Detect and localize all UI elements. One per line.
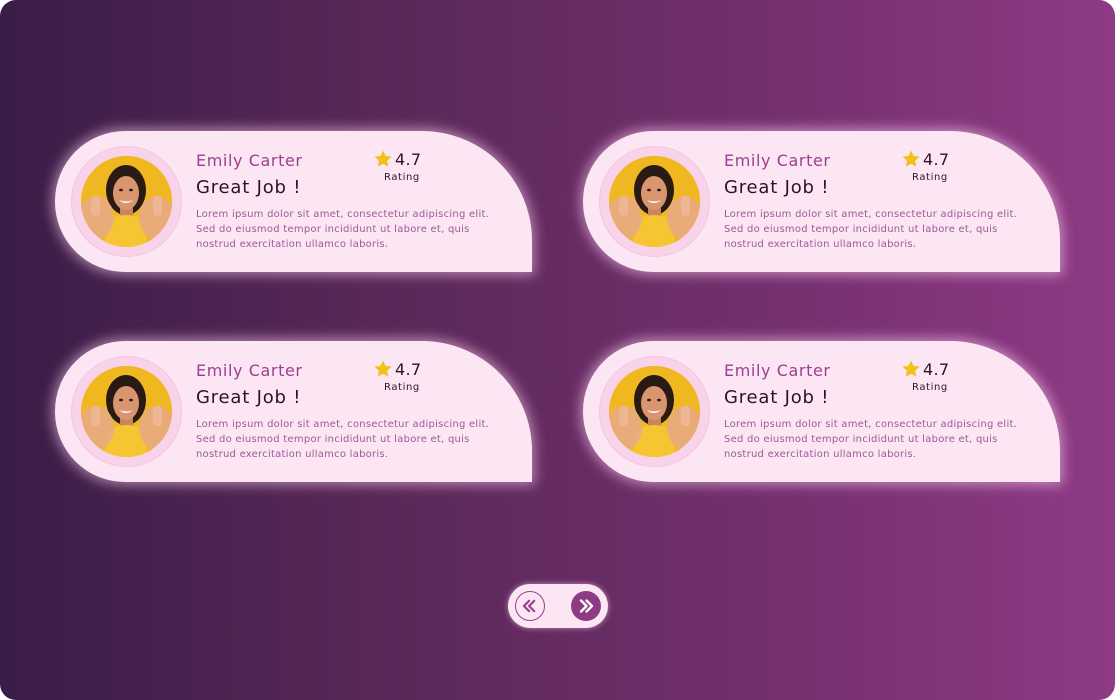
review-title: Great Job ! (196, 177, 302, 198)
testimonial-card: Emily Carter Great Job ! Lorem ipsum dol… (55, 341, 532, 482)
review-title: Great Job ! (724, 177, 830, 198)
avatar-photo (81, 366, 172, 457)
avatar (609, 366, 700, 457)
rating-value: 4.7 (923, 150, 950, 169)
avatar-ring (599, 356, 710, 467)
next-button[interactable] (571, 591, 601, 621)
avatar-ring (599, 146, 710, 257)
rating-label: Rating (384, 172, 420, 183)
review-title: Great Job ! (196, 387, 302, 408)
rating-label: Rating (912, 382, 948, 393)
review-text: Lorem ipsum dolor sit amet, consectetur … (724, 419, 1018, 460)
double-chevron-right-icon (579, 599, 594, 613)
avatar-ring (71, 356, 182, 467)
testimonial-card: Emily Carter Great Job ! Lorem ipsum dol… (583, 131, 1060, 272)
reviewer-name: Emily Carter (724, 151, 831, 170)
review-text: Lorem ipsum dolor sit amet, consectetur … (196, 209, 490, 250)
star-icon (902, 360, 920, 377)
previous-button[interactable] (515, 591, 545, 621)
testimonial-card: Emily Carter Great Job ! Lorem ipsum dol… (55, 131, 532, 272)
star-icon (374, 360, 392, 377)
avatar (609, 156, 700, 247)
reviewer-name: Emily Carter (196, 151, 303, 170)
pagination-control (508, 584, 608, 628)
review-text: Lorem ipsum dolor sit amet, consectetur … (196, 419, 490, 460)
avatar-photo (609, 156, 700, 247)
avatar-photo (81, 156, 172, 247)
rating-label: Rating (384, 382, 420, 393)
rating-value: 4.7 (923, 360, 950, 379)
avatar (81, 156, 172, 247)
review-text: Lorem ipsum dolor sit amet, consectetur … (724, 209, 1018, 250)
rating-value: 4.7 (395, 150, 422, 169)
rating-label: Rating (912, 172, 948, 183)
review-title: Great Job ! (724, 387, 830, 408)
star-icon (374, 150, 392, 167)
reviewer-name: Emily Carter (196, 361, 303, 380)
rating-value: 4.7 (395, 360, 422, 379)
testimonial-section: Emily Carter Great Job ! Lorem ipsum dol… (0, 0, 1115, 700)
avatar-photo (609, 366, 700, 457)
avatar (81, 366, 172, 457)
double-chevron-left-icon (522, 599, 536, 613)
testimonial-card: Emily Carter Great Job ! Lorem ipsum dol… (583, 341, 1060, 482)
avatar-ring (71, 146, 182, 257)
reviewer-name: Emily Carter (724, 361, 831, 380)
star-icon (902, 150, 920, 167)
